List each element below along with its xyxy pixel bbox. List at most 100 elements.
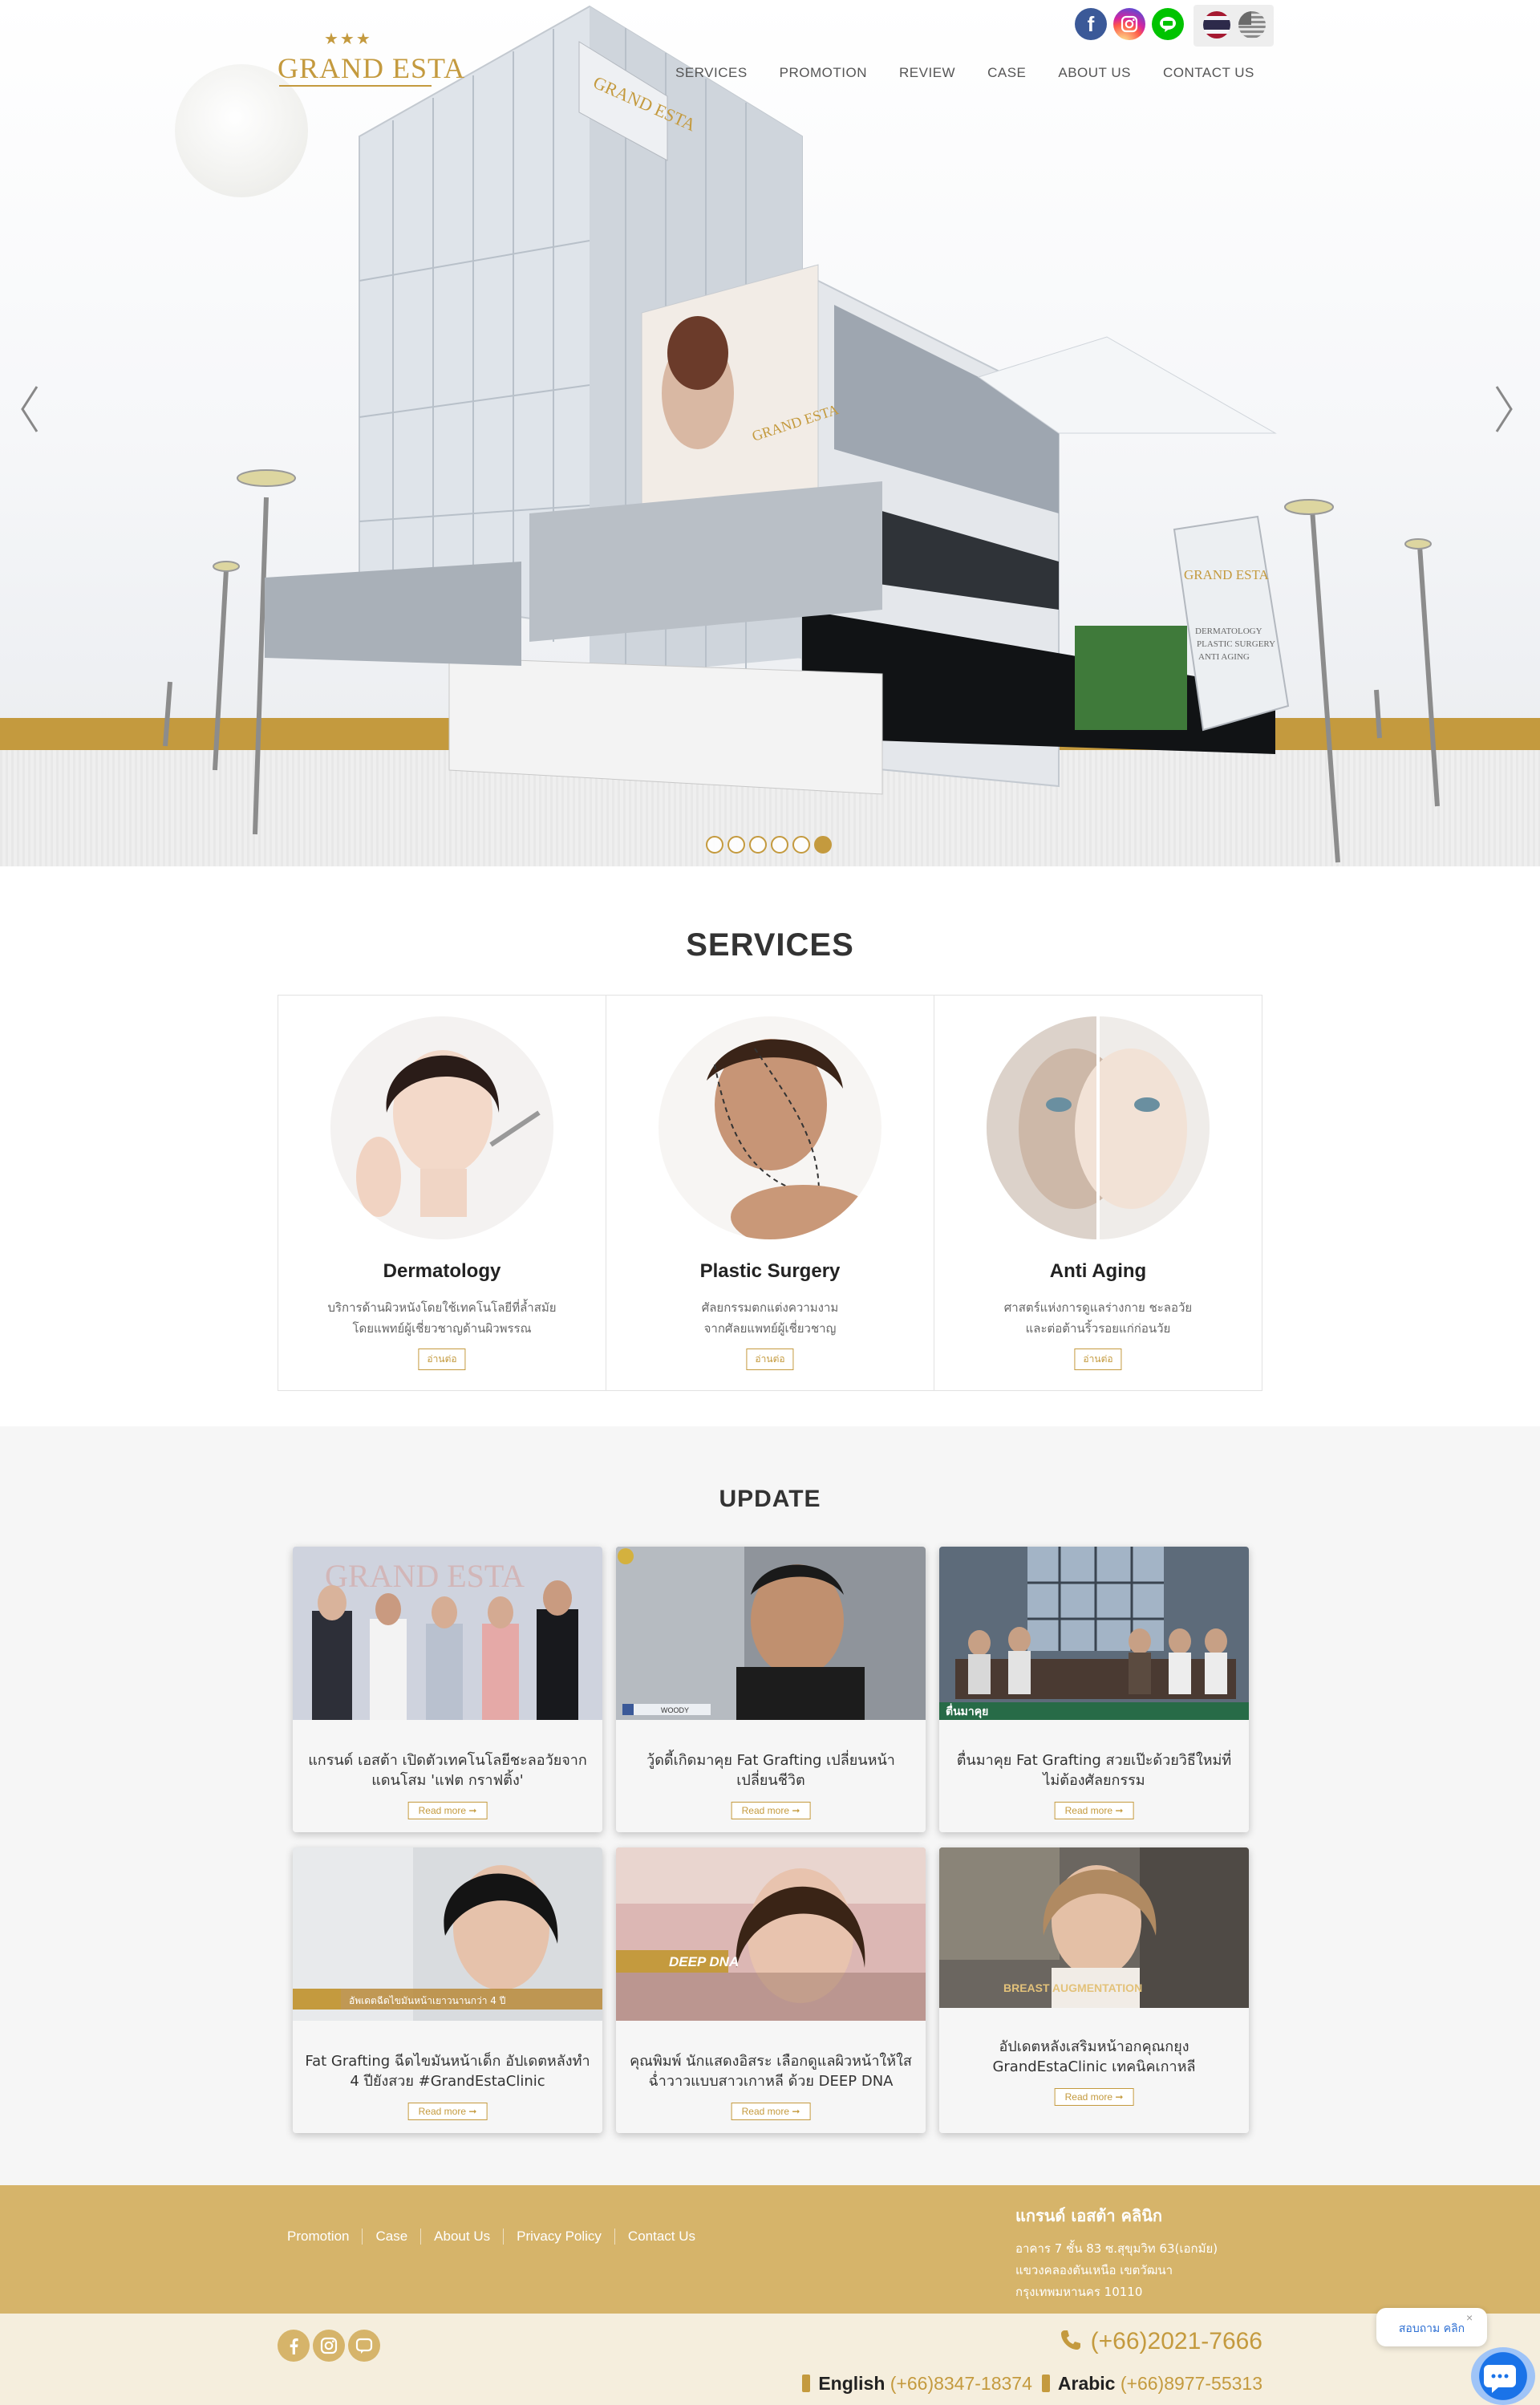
line-icon[interactable] bbox=[1152, 8, 1184, 40]
clinic-name: แกรนด์ เอสต้า คลินิก bbox=[1015, 2206, 1163, 2225]
update-thumbnail: WOODY bbox=[616, 1547, 926, 1720]
service-desc-line: ศัลยกรรมตกแต่งความงาม bbox=[701, 1300, 839, 1315]
update-thumbnail: GRAND ESTA bbox=[293, 1547, 602, 1720]
service-card-plastic-surgery: Plastic Surgery ศัลยกรรมตกแต่งความงาม จา… bbox=[606, 996, 934, 1390]
chat-close-icon[interactable]: × bbox=[1466, 2311, 1473, 2324]
footer-link-case[interactable]: Case bbox=[362, 2229, 420, 2245]
services-heading: SERVICES bbox=[686, 927, 854, 963]
footer-link-about-us[interactable]: About Us bbox=[420, 2229, 503, 2245]
arabic-phone-link[interactable]: (+66)8977-55313 bbox=[1121, 2373, 1262, 2394]
update-card[interactable]: DEEP DNA คุณพิมพ์ นักแสดงอิสระ เลือกดูแล… bbox=[616, 1847, 926, 2133]
footer-links: Promotion Case About Us Privacy Policy C… bbox=[278, 2229, 708, 2245]
service-description: บริการด้านผิวหนังโดยใช้เทคโนโลยีที่ล้ำสม… bbox=[302, 1297, 582, 1339]
mobile-icon bbox=[802, 2375, 811, 2392]
phone-icon bbox=[1060, 2330, 1080, 2350]
service-description: ศัลยกรรมตกแต่งความงาม จากศัลยแพทย์ผู้เชี… bbox=[630, 1297, 910, 1339]
logo-text: GRAND ESTA bbox=[278, 52, 466, 84]
svg-text:WOODY: WOODY bbox=[661, 1706, 689, 1714]
update-thumbnail: BREAST AUGMENTATION bbox=[939, 1847, 1249, 2008]
clinic-address: แกรนด์ เอสต้า คลินิก อาคาร 7 ชั้น 83 ซ.ส… bbox=[1015, 2203, 1218, 2303]
read-more-button[interactable]: Read more ➞ bbox=[407, 1802, 488, 1819]
chat-launcher-button[interactable] bbox=[1471, 2347, 1535, 2405]
update-thumbnail: DEEP DNA bbox=[616, 1847, 926, 2021]
thai-flag-icon[interactable] bbox=[1203, 11, 1230, 39]
hero-slider: GRAND ESTA GRAND ESTA GRAND ESTA DERMATO… bbox=[0, 0, 1540, 866]
read-more-button[interactable]: Read more ➞ bbox=[731, 2103, 811, 2120]
update-card-title: วู้ดดี้เกิดมาคุย Fat Grafting เปลี่ยนหน้… bbox=[646, 1752, 895, 1789]
us-flag-icon[interactable] bbox=[1238, 11, 1266, 39]
footer-link-contact-us[interactable]: Contact Us bbox=[614, 2229, 708, 2245]
service-name: Plastic Surgery bbox=[699, 1260, 841, 1282]
services-grid: Dermatology บริการด้านผิวหนังโดยใช้เทคโน… bbox=[278, 995, 1262, 1391]
facebook-icon[interactable]: f bbox=[1075, 8, 1107, 40]
instagram-icon[interactable] bbox=[1113, 8, 1145, 40]
update-card-title: อัปเดตหลังเสริมหน้าอกคุณกยุง GrandEstaCl… bbox=[992, 2038, 1196, 2075]
slider-dot-6[interactable] bbox=[814, 836, 832, 854]
nav-case[interactable]: CASE bbox=[987, 65, 1026, 81]
nav-about-us[interactable]: ABOUT US bbox=[1058, 65, 1131, 81]
update-card-title: ตื่นมาคุย Fat Grafting สวยเป๊ะด้วยวิธีให… bbox=[956, 1752, 1232, 1789]
svg-text:อัพเดตฉีดไขมันหน้าเยาวนานกว่า: อัพเดตฉีดไขมันหน้าเยาวนานกว่า 4 ปี bbox=[349, 1995, 505, 2006]
footer-link-privacy-policy[interactable]: Privacy Policy bbox=[503, 2229, 614, 2245]
slider-dot-4[interactable] bbox=[771, 836, 788, 854]
clinic-building-image: GRAND ESTA GRAND ESTA GRAND ESTA DERMATO… bbox=[163, 5, 1440, 863]
nav-promotion[interactable]: PROMOTION bbox=[780, 65, 867, 81]
slider-dot-2[interactable] bbox=[727, 836, 745, 854]
service-read-more-button[interactable]: อ่านต่อ bbox=[746, 1349, 794, 1370]
svg-text:BREAST AUGMENTATION: BREAST AUGMENTATION bbox=[1003, 1981, 1142, 1994]
service-desc-line: และต่อต้านริ้วรอยแก่ก่อนวัย bbox=[1025, 1321, 1171, 1336]
language-phone-lines: English (+66)8347-18374 Arabic (+66)8977-… bbox=[770, 2373, 1262, 2395]
update-heading: UPDATE bbox=[719, 1486, 821, 1512]
chevron-left-icon bbox=[21, 386, 38, 432]
read-more-button[interactable]: Read more ➞ bbox=[1054, 2088, 1134, 2106]
nav-contact-us[interactable]: CONTACT US bbox=[1163, 65, 1254, 81]
address-line: แขวงคลองตันเหนือ เขตวัฒนา bbox=[1015, 2263, 1173, 2277]
update-card-title: Fat Grafting ฉีดไขมันหน้าเด็ก อัปเดตหลัง… bbox=[305, 2053, 590, 2090]
english-label: English bbox=[818, 2373, 886, 2394]
footer-gold-bar bbox=[0, 2185, 1540, 2314]
svg-text:DEEP DNA: DEEP DNA bbox=[669, 1954, 739, 1969]
slider-next-button[interactable] bbox=[1492, 383, 1516, 435]
update-card-title: แกรนด์ เอสต้า เปิดตัวเทคโนโลยีชะลอวัยจาก… bbox=[308, 1752, 587, 1789]
update-card[interactable]: อัพเดตฉีดไขมันหน้าเยาวนานกว่า 4 ปี Fat G… bbox=[293, 1847, 602, 2133]
logo-stars-icon: ★★★ bbox=[324, 29, 372, 48]
slider-dot-1[interactable] bbox=[706, 836, 723, 854]
main-nav: SERVICES PROMOTION REVIEW CASE ABOUT US … bbox=[675, 65, 1254, 81]
header-social-bar: f bbox=[1072, 5, 1274, 47]
line-icon[interactable] bbox=[348, 2330, 380, 2362]
update-card-title: คุณพิมพ์ นักแสดงอิสระ เลือกดูแลผิวหน้าให… bbox=[630, 2053, 912, 2090]
svg-text:GRAND ESTA: GRAND ESTA bbox=[1184, 567, 1270, 582]
slider-prev-button[interactable] bbox=[18, 383, 42, 435]
service-read-more-button[interactable]: อ่านต่อ bbox=[418, 1349, 466, 1370]
instagram-icon[interactable] bbox=[313, 2330, 345, 2362]
slider-dot-3[interactable] bbox=[749, 836, 767, 854]
facebook-icon[interactable] bbox=[278, 2330, 310, 2362]
nav-services[interactable]: SERVICES bbox=[675, 65, 748, 81]
read-more-button[interactable]: Read more ➞ bbox=[1054, 1802, 1134, 1819]
update-card[interactable]: ตื่นมาคุย ตื่นมาคุย Fat Grafting สวยเป๊ะ… bbox=[939, 1547, 1249, 1832]
grand-esta-logo[interactable]: ★★★ GRAND ESTA bbox=[278, 29, 464, 88]
svg-text:PLASTIC SURGERY: PLASTIC SURGERY bbox=[1197, 639, 1275, 649]
language-switcher bbox=[1194, 5, 1274, 47]
update-thumbnail: อัพเดตฉีดไขมันหน้าเยาวนานกว่า 4 ปี bbox=[293, 1847, 602, 2021]
english-phone-link[interactable]: (+66)8347-18374 bbox=[890, 2373, 1032, 2394]
logo-underline bbox=[279, 85, 432, 87]
update-card[interactable]: BREAST AUGMENTATION อัปเดตหลังเสริมหน้าอ… bbox=[939, 1847, 1249, 2133]
read-more-button[interactable]: Read more ➞ bbox=[407, 2103, 488, 2120]
svg-text:DERMATOLOGY: DERMATOLOGY bbox=[1195, 627, 1262, 636]
service-read-more-button[interactable]: อ่านต่อ bbox=[1074, 1349, 1122, 1370]
main-phone-number: (+66)2021-7666 bbox=[1090, 2328, 1262, 2354]
plastic-surgery-image bbox=[659, 1016, 881, 1239]
slider-dot-5[interactable] bbox=[792, 836, 810, 854]
address-line: กรุงเทพมหานคร 10110 bbox=[1015, 2285, 1143, 2299]
anti-aging-image bbox=[987, 1016, 1210, 1239]
update-card[interactable]: GRAND ESTA แกรนด์ เอสต้า เปิดตัวเทคโนโลย… bbox=[293, 1547, 602, 1832]
nav-review[interactable]: REVIEW bbox=[899, 65, 955, 81]
footer-link-promotion[interactable]: Promotion bbox=[278, 2229, 362, 2245]
svg-text:ANTI AGING: ANTI AGING bbox=[1198, 652, 1250, 662]
update-card[interactable]: WOODY วู้ดดี้เกิดมาคุย Fat Grafting เปลี… bbox=[616, 1547, 926, 1832]
slider-pagination bbox=[706, 836, 832, 854]
read-more-button[interactable]: Read more ➞ bbox=[731, 1802, 811, 1819]
main-phone-link[interactable]: (+66)2021-7666 bbox=[1051, 2328, 1262, 2355]
service-card-dermatology: Dermatology บริการด้านผิวหนังโดยใช้เทคโน… bbox=[278, 996, 606, 1390]
